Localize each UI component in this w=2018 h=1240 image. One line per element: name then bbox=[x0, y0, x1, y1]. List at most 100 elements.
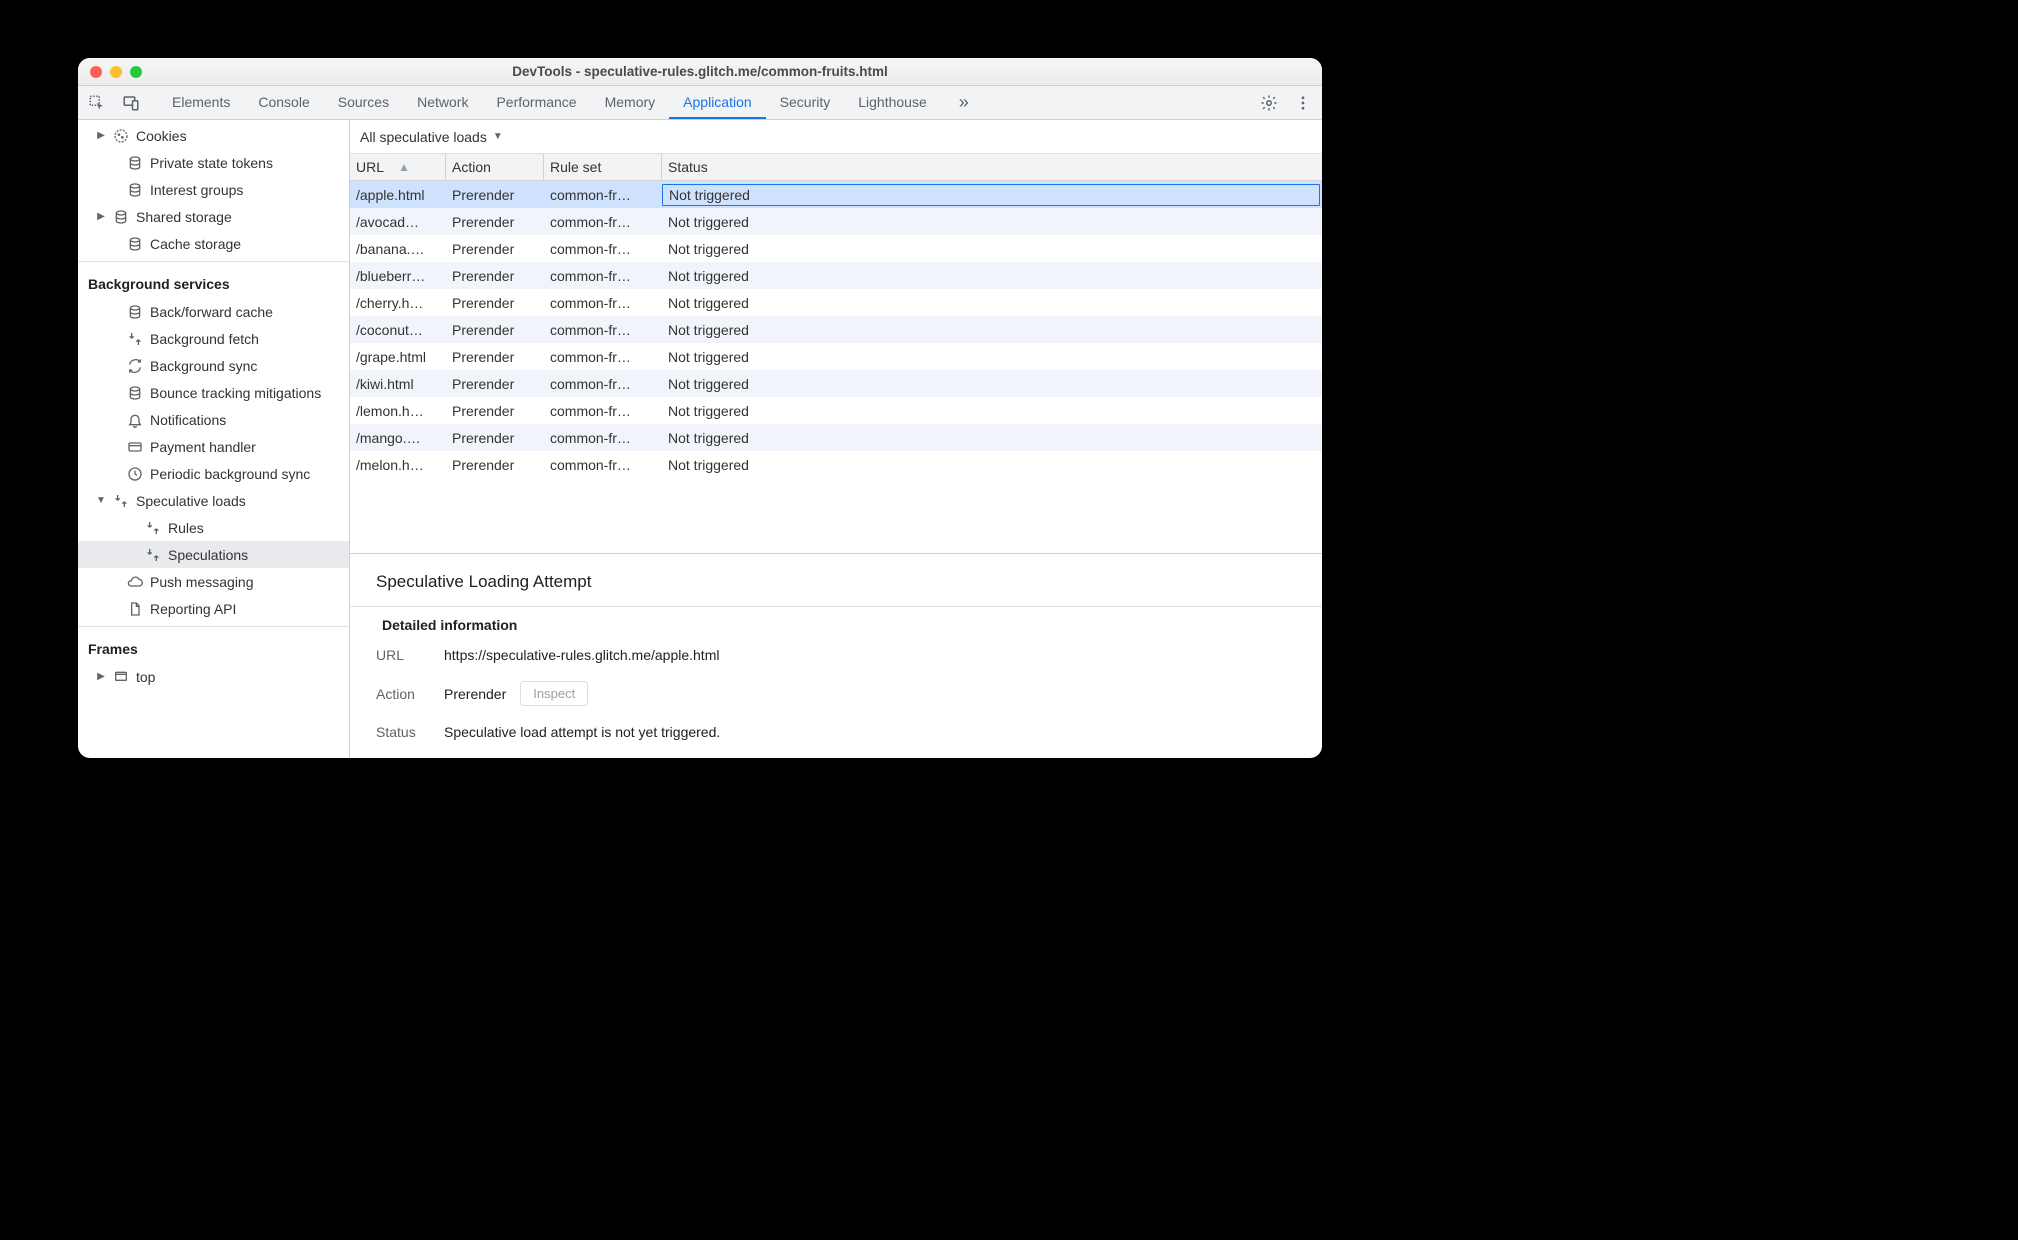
frame-icon bbox=[112, 668, 130, 686]
table-row[interactable]: /blueberr…Prerendercommon-fr…Not trigger… bbox=[350, 262, 1322, 289]
cloud-icon bbox=[126, 573, 144, 591]
tab-performance[interactable]: Performance bbox=[482, 86, 590, 119]
tree-item-label: top bbox=[136, 669, 155, 685]
table-row[interactable]: /melon.h…Prerendercommon-fr…Not triggere… bbox=[350, 451, 1322, 478]
cell-url: /cherry.h… bbox=[350, 295, 446, 311]
cell-ruleset: common-fr… bbox=[544, 457, 662, 473]
sync-icon bbox=[126, 357, 144, 375]
inspect-element-icon[interactable] bbox=[86, 92, 108, 114]
cell-url: /lemon.h… bbox=[350, 403, 446, 419]
tree-item-label: Background sync bbox=[150, 358, 257, 374]
sidebar-item-periodic-background-sync[interactable]: Periodic background sync bbox=[78, 460, 349, 487]
tree-item-label: Background fetch bbox=[150, 331, 259, 347]
table-row[interactable]: /grape.htmlPrerendercommon-fr…Not trigge… bbox=[350, 343, 1322, 370]
sidebar-item-shared-storage[interactable]: ▶Shared storage bbox=[78, 203, 349, 230]
cell-url: /mango.… bbox=[350, 430, 446, 446]
tab-application[interactable]: Application bbox=[669, 86, 766, 119]
cell-url: /banana.… bbox=[350, 241, 446, 257]
cell-status: Not triggered bbox=[662, 268, 1322, 284]
disclosure-triangle-icon: ▶ bbox=[96, 130, 106, 141]
tree-item-label: Speculations bbox=[168, 547, 248, 563]
tabs-overflow-icon[interactable]: » bbox=[953, 92, 975, 113]
minimize-window-button[interactable] bbox=[110, 66, 122, 78]
col-ruleset[interactable]: Rule set bbox=[544, 154, 662, 180]
details-subheading: Detailed information bbox=[382, 617, 1296, 633]
tree-item-label: Rules bbox=[168, 520, 204, 536]
tab-lighthouse[interactable]: Lighthouse bbox=[844, 86, 941, 119]
db-icon bbox=[126, 181, 144, 199]
sidebar-item-speculations[interactable]: Speculations bbox=[78, 541, 349, 568]
disclosure-triangle-icon: ▼ bbox=[96, 495, 106, 506]
table-row[interactable]: /apple.htmlPrerendercommon-fr…Not trigge… bbox=[350, 181, 1322, 208]
close-window-button[interactable] bbox=[90, 66, 102, 78]
table-row[interactable]: /coconut…Prerendercommon-fr…Not triggere… bbox=[350, 316, 1322, 343]
cell-ruleset: common-fr… bbox=[544, 376, 662, 392]
device-toolbar-icon[interactable] bbox=[120, 92, 142, 114]
col-status[interactable]: Status bbox=[662, 154, 1322, 180]
cell-ruleset: common-fr… bbox=[544, 430, 662, 446]
cell-url: /avocad… bbox=[350, 214, 446, 230]
filter-dropdown[interactable]: All speculative loads ▼ bbox=[350, 120, 1322, 154]
sidebar-item-background-sync[interactable]: Background sync bbox=[78, 352, 349, 379]
devtools-tabs: ElementsConsoleSourcesNetworkPerformance… bbox=[158, 86, 941, 119]
tab-memory[interactable]: Memory bbox=[591, 86, 670, 119]
sort-asc-icon: ▲ bbox=[398, 160, 410, 174]
tree-item-label: Bounce tracking mitigations bbox=[150, 385, 321, 401]
sidebar-item-payment-handler[interactable]: Payment handler bbox=[78, 433, 349, 460]
settings-gear-icon[interactable] bbox=[1258, 92, 1280, 114]
details-pane: Speculative Loading Attempt Detailed inf… bbox=[350, 553, 1322, 758]
sidebar-item-background-fetch[interactable]: Background fetch bbox=[78, 325, 349, 352]
table-row[interactable]: /lemon.h…Prerendercommon-fr…Not triggere… bbox=[350, 397, 1322, 424]
section-header-background-services: Background services bbox=[78, 266, 349, 298]
devtools-window: DevTools - speculative-rules.glitch.me/c… bbox=[78, 58, 1322, 758]
cell-status: Not triggered bbox=[662, 430, 1322, 446]
tab-console[interactable]: Console bbox=[244, 86, 323, 119]
col-action[interactable]: Action bbox=[446, 154, 544, 180]
cell-ruleset: common-fr… bbox=[544, 403, 662, 419]
cell-action: Prerender bbox=[446, 376, 544, 392]
sidebar-item-back-forward-cache[interactable]: Back/forward cache bbox=[78, 298, 349, 325]
table-row[interactable]: /kiwi.htmlPrerendercommon-fr…Not trigger… bbox=[350, 370, 1322, 397]
sidebar-item-notifications[interactable]: Notifications bbox=[78, 406, 349, 433]
divider bbox=[78, 626, 349, 627]
sidebar-item-bounce-tracking-mitigations[interactable]: Bounce tracking mitigations bbox=[78, 379, 349, 406]
col-url[interactable]: URL ▲ bbox=[350, 154, 446, 180]
speculations-table: URL ▲ Action Rule set Status /apple.html… bbox=[350, 154, 1322, 553]
tab-elements[interactable]: Elements bbox=[158, 86, 244, 119]
table-body: /apple.htmlPrerendercommon-fr…Not trigge… bbox=[350, 181, 1322, 553]
sidebar-item-reporting-api[interactable]: Reporting API bbox=[78, 595, 349, 622]
table-row[interactable]: /banana.…Prerendercommon-fr…Not triggere… bbox=[350, 235, 1322, 262]
cell-url: /blueberr… bbox=[350, 268, 446, 284]
inspect-button[interactable]: Inspect bbox=[520, 681, 588, 706]
sidebar-item-push-messaging[interactable]: Push messaging bbox=[78, 568, 349, 595]
divider bbox=[78, 261, 349, 262]
table-header: URL ▲ Action Rule set Status bbox=[350, 154, 1322, 181]
clock-icon bbox=[126, 465, 144, 483]
doc-icon bbox=[126, 600, 144, 618]
cell-status: Not triggered bbox=[662, 241, 1322, 257]
cell-action: Prerender bbox=[446, 322, 544, 338]
detail-action-label: Action bbox=[376, 686, 430, 702]
sidebar-item-cookies[interactable]: ▶Cookies bbox=[78, 122, 349, 149]
detail-url-value: https://speculative-rules.glitch.me/appl… bbox=[444, 647, 719, 663]
sidebar-item-interest-groups[interactable]: Interest groups bbox=[78, 176, 349, 203]
more-menu-icon[interactable] bbox=[1292, 92, 1314, 114]
tab-sources[interactable]: Sources bbox=[324, 86, 403, 119]
cell-action: Prerender bbox=[446, 187, 544, 203]
sidebar-item-private-state-tokens[interactable]: Private state tokens bbox=[78, 149, 349, 176]
db-icon bbox=[126, 154, 144, 172]
tab-network[interactable]: Network bbox=[403, 86, 482, 119]
sidebar-item-rules[interactable]: Rules bbox=[78, 514, 349, 541]
cell-url: /apple.html bbox=[350, 187, 446, 203]
cell-action: Prerender bbox=[446, 268, 544, 284]
table-row[interactable]: /avocad…Prerendercommon-fr…Not triggered bbox=[350, 208, 1322, 235]
zoom-window-button[interactable] bbox=[130, 66, 142, 78]
table-row[interactable]: /mango.…Prerendercommon-fr…Not triggered bbox=[350, 424, 1322, 451]
sidebar-item-cache-storage[interactable]: Cache storage bbox=[78, 230, 349, 257]
titlebar: DevTools - speculative-rules.glitch.me/c… bbox=[78, 58, 1322, 86]
table-row[interactable]: /cherry.h…Prerendercommon-fr…Not trigger… bbox=[350, 289, 1322, 316]
sidebar-item-speculative-loads[interactable]: ▼Speculative loads bbox=[78, 487, 349, 514]
tab-security[interactable]: Security bbox=[766, 86, 845, 119]
tree-item-label: Private state tokens bbox=[150, 155, 273, 171]
sidebar-item-top[interactable]: ▶top bbox=[78, 663, 349, 690]
